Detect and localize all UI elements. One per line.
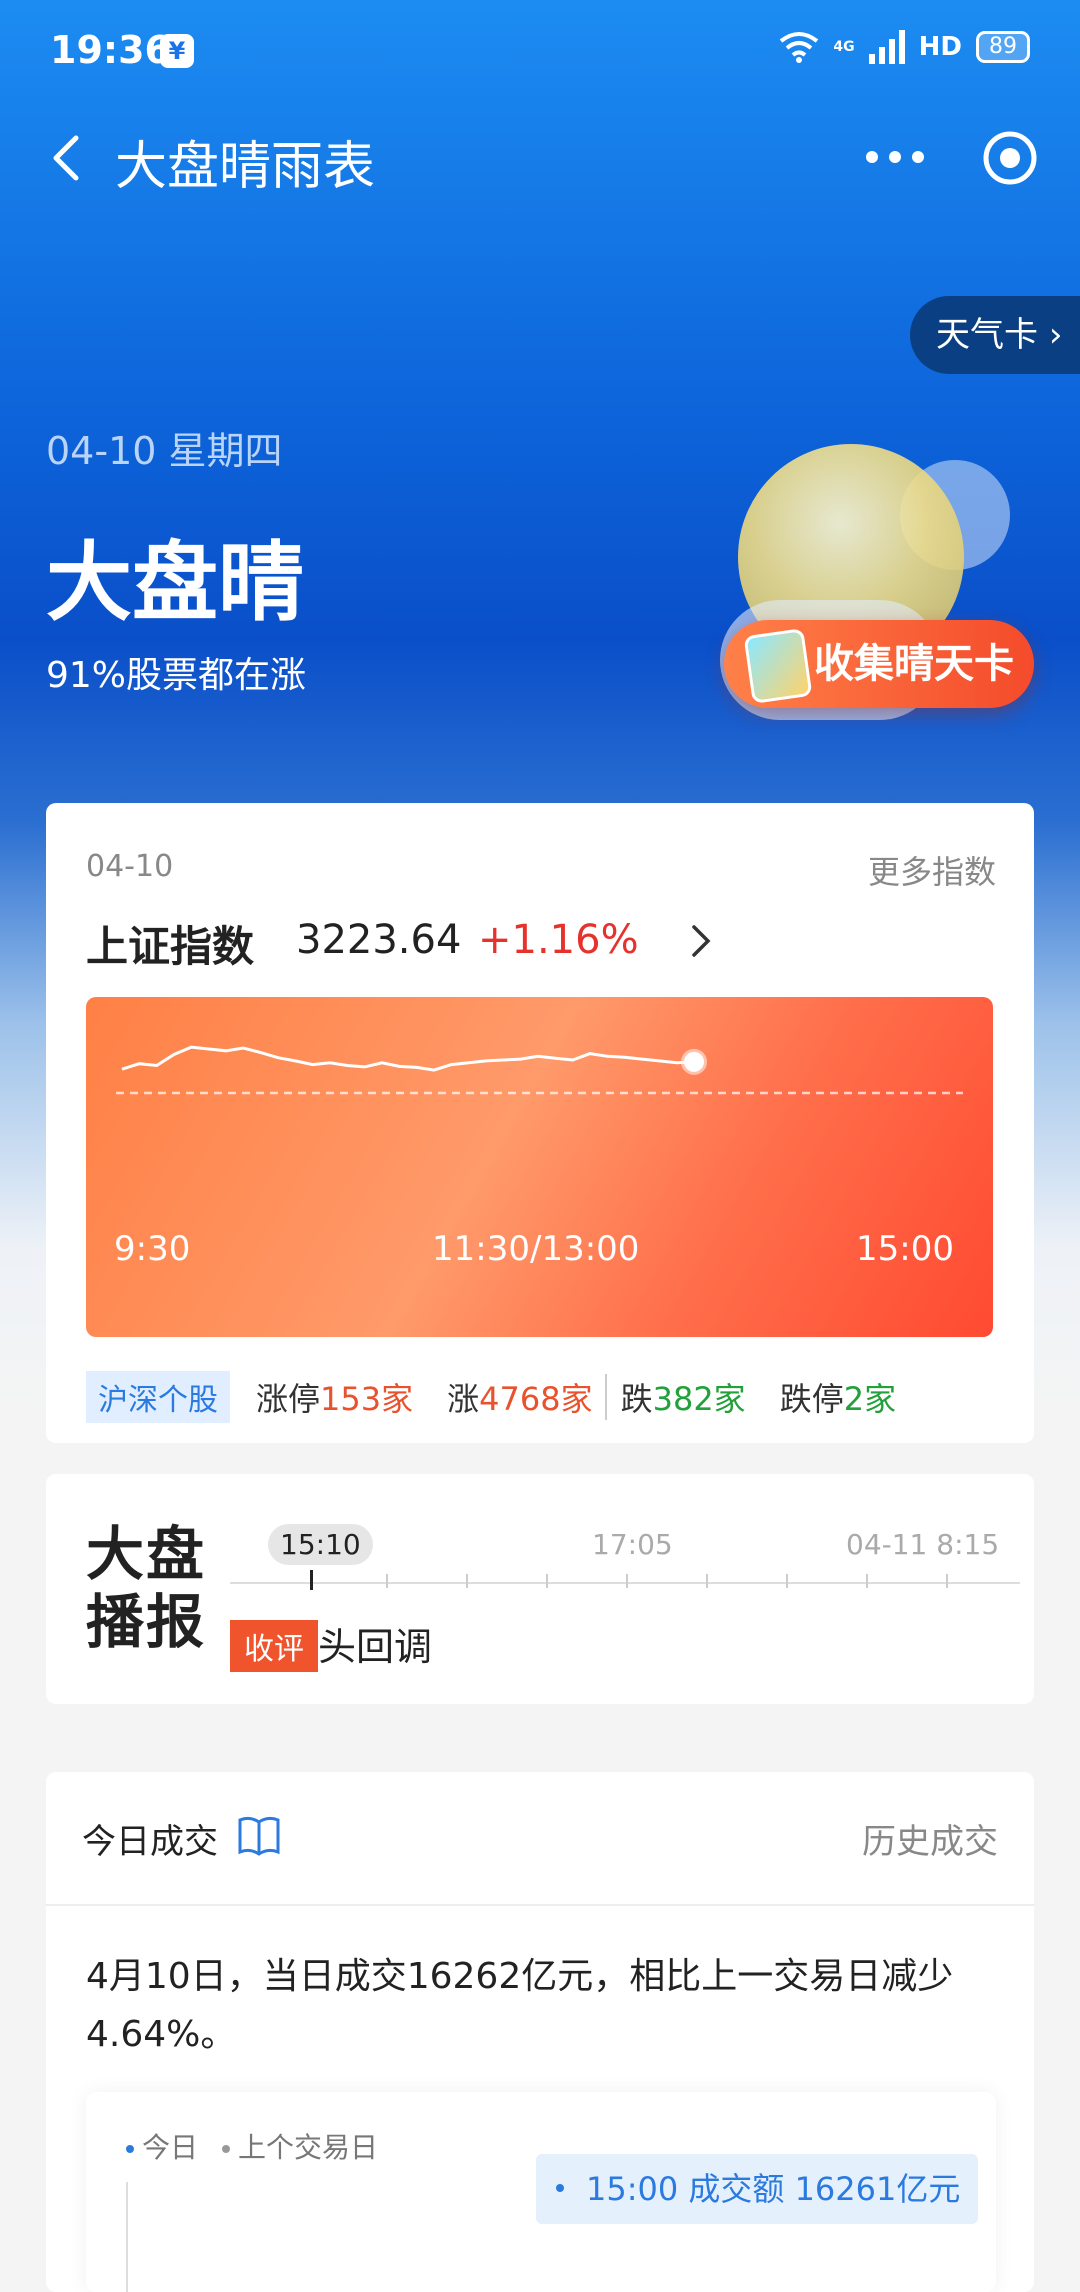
signal-icon bbox=[868, 30, 905, 64]
index-card: 04-10 更多指数 上证指数 3223.64 +1.16% 9:30 11:3… bbox=[46, 803, 1034, 1443]
page-title: 大盘晴雨表 bbox=[115, 137, 376, 197]
broadcast-logo-line2: 播报 bbox=[86, 1588, 207, 1656]
legend-previous-label: 上个交易日 bbox=[238, 2131, 379, 2164]
timeline-tick bbox=[386, 1574, 388, 1588]
timeline-tick bbox=[626, 1574, 628, 1588]
hd-icon: HD bbox=[918, 32, 962, 62]
index-date: 04-10 bbox=[86, 849, 174, 884]
limit-down-stat: 跌停2家 bbox=[780, 1374, 896, 1420]
volume-tooltip-text: 15:00 成交额 16261亿元 bbox=[586, 2170, 961, 2208]
shield-yuan-icon: ¥ bbox=[160, 34, 194, 68]
collect-button-label: 收集晴天卡 bbox=[814, 641, 1014, 687]
stats-divider bbox=[604, 1374, 607, 1420]
timeline-time-current[interactable]: 15:10 bbox=[268, 1524, 373, 1565]
back-arrow-icon[interactable] bbox=[40, 128, 100, 188]
up-stat: 涨4768家 bbox=[447, 1374, 592, 1420]
network-type: 4G bbox=[833, 39, 855, 55]
volume-chart-axis bbox=[126, 2182, 128, 2292]
legend-dot bbox=[126, 2145, 134, 2153]
timeline-tick bbox=[786, 1574, 788, 1588]
market-scope-tag[interactable]: 沪深个股 bbox=[86, 1371, 230, 1423]
x-tick-label: 9:30 bbox=[114, 1229, 191, 1269]
timeline-time[interactable]: 17:05 bbox=[592, 1528, 673, 1561]
index-value: 3223.64 bbox=[296, 917, 462, 963]
wifi-icon bbox=[780, 32, 819, 63]
volume-title: 今日成交 bbox=[82, 1822, 218, 1862]
volume-chart-legend: 今日 上个交易日 bbox=[126, 2126, 378, 2166]
up-count: 4768家 bbox=[479, 1380, 593, 1418]
divider bbox=[46, 1904, 1034, 1906]
legend-today-label: 今日 bbox=[142, 2131, 199, 2164]
timeline-axis bbox=[230, 1582, 1020, 1584]
tooltip-dot bbox=[556, 2184, 564, 2192]
top-nav: 大盘晴雨表 bbox=[0, 110, 1080, 210]
close-miniprogram-icon[interactable] bbox=[980, 128, 1040, 188]
index-intraday-chart: 9:30 11:30/13:00 15:00 bbox=[86, 997, 993, 1337]
chart-plot-area bbox=[116, 1045, 963, 1095]
more-indices-link[interactable]: 更多指数 bbox=[868, 847, 996, 893]
closing-review-tag: 收评 bbox=[230, 1620, 318, 1672]
timeline-marker bbox=[310, 1570, 313, 1590]
volume-summary: 4月10日，当日成交16262亿元，相比上一交易日减少4.64%。 bbox=[86, 1956, 954, 2055]
status-bar: 19:36 ¥ 4G HD 89 bbox=[0, 0, 1080, 110]
limit-up-label: 涨停 bbox=[256, 1380, 321, 1418]
up-label: 涨 bbox=[447, 1380, 480, 1418]
broadcast-logo-line1: 大盘 bbox=[86, 1520, 207, 1588]
legend-previous: 上个交易日 bbox=[222, 2126, 378, 2166]
sun-card-icon bbox=[743, 628, 813, 704]
market-status-headline: 大盘晴 bbox=[46, 533, 304, 633]
legend-dot bbox=[222, 2145, 231, 2153]
timeline-tick bbox=[706, 1574, 708, 1588]
history-volume-link[interactable]: 历史成交 bbox=[862, 1814, 998, 1863]
limit-up-count: 153家 bbox=[320, 1380, 414, 1418]
book-icon[interactable] bbox=[236, 1814, 282, 1856]
timeline-tick bbox=[946, 1574, 948, 1588]
volume-chart: 今日 上个交易日 15:00 成交额 16261亿元 bbox=[86, 2092, 996, 2292]
broadcast-headline: 头回调 bbox=[318, 1625, 433, 1669]
market-breadth-stats: 沪深个股 涨停153家 涨4768家 跌382家 跌停2家 bbox=[86, 1371, 930, 1423]
price-line-series bbox=[121, 1045, 695, 1072]
limit-up-stat: 涨停153家 bbox=[256, 1374, 413, 1420]
broadcast-logo: 大盘 播报 bbox=[86, 1520, 206, 1656]
today-volume-card: 今日成交 历史成交 4月10日，当日成交16262亿元，相比上一交易日减少4.6… bbox=[46, 1772, 1034, 2292]
limit-down-count: 2家 bbox=[843, 1380, 897, 1418]
x-tick-label: 11:30/13:00 bbox=[432, 1229, 640, 1269]
legend-today: 今日 bbox=[126, 2126, 198, 2166]
timeline-tick bbox=[466, 1574, 468, 1588]
market-status-subtitle: 91%股票都在涨 bbox=[46, 655, 307, 696]
down-label: 跌 bbox=[620, 1380, 653, 1418]
weather-card-label: 天气卡 bbox=[936, 315, 1038, 355]
more-options-icon[interactable] bbox=[860, 132, 930, 182]
index-name[interactable]: 上证指数 bbox=[86, 913, 254, 974]
timeline-tick bbox=[866, 1574, 868, 1588]
hero-date: 04-10 星期四 bbox=[46, 429, 283, 473]
status-time: 19:36 bbox=[50, 28, 171, 72]
chevron-right-icon: › bbox=[1048, 315, 1063, 355]
chevron-right-icon[interactable] bbox=[686, 921, 716, 961]
status-icons: 4G HD 89 bbox=[779, 30, 1030, 64]
volume-tooltip: 15:00 成交额 16261亿元 bbox=[536, 2154, 979, 2224]
limit-down-label: 跌停 bbox=[779, 1380, 844, 1418]
collect-sunny-card-button[interactable]: 收集晴天卡 bbox=[724, 620, 1034, 708]
x-tick-label: 15:00 bbox=[856, 1229, 954, 1269]
last-price-point bbox=[681, 1048, 707, 1075]
down-stat: 跌382家 bbox=[621, 1374, 746, 1420]
market-broadcast-card[interactable]: 大盘 播报 15:10 17:05 04-11 8:15 收评 头回调 bbox=[46, 1474, 1034, 1704]
timeline-time[interactable]: 04-11 8:15 bbox=[846, 1528, 999, 1561]
down-count: 382家 bbox=[652, 1380, 746, 1418]
battery-icon: 89 bbox=[976, 31, 1030, 63]
timeline-tick bbox=[546, 1574, 548, 1588]
weather-card-button[interactable]: 天气卡 › bbox=[910, 296, 1080, 374]
index-change: +1.16% bbox=[478, 917, 639, 963]
